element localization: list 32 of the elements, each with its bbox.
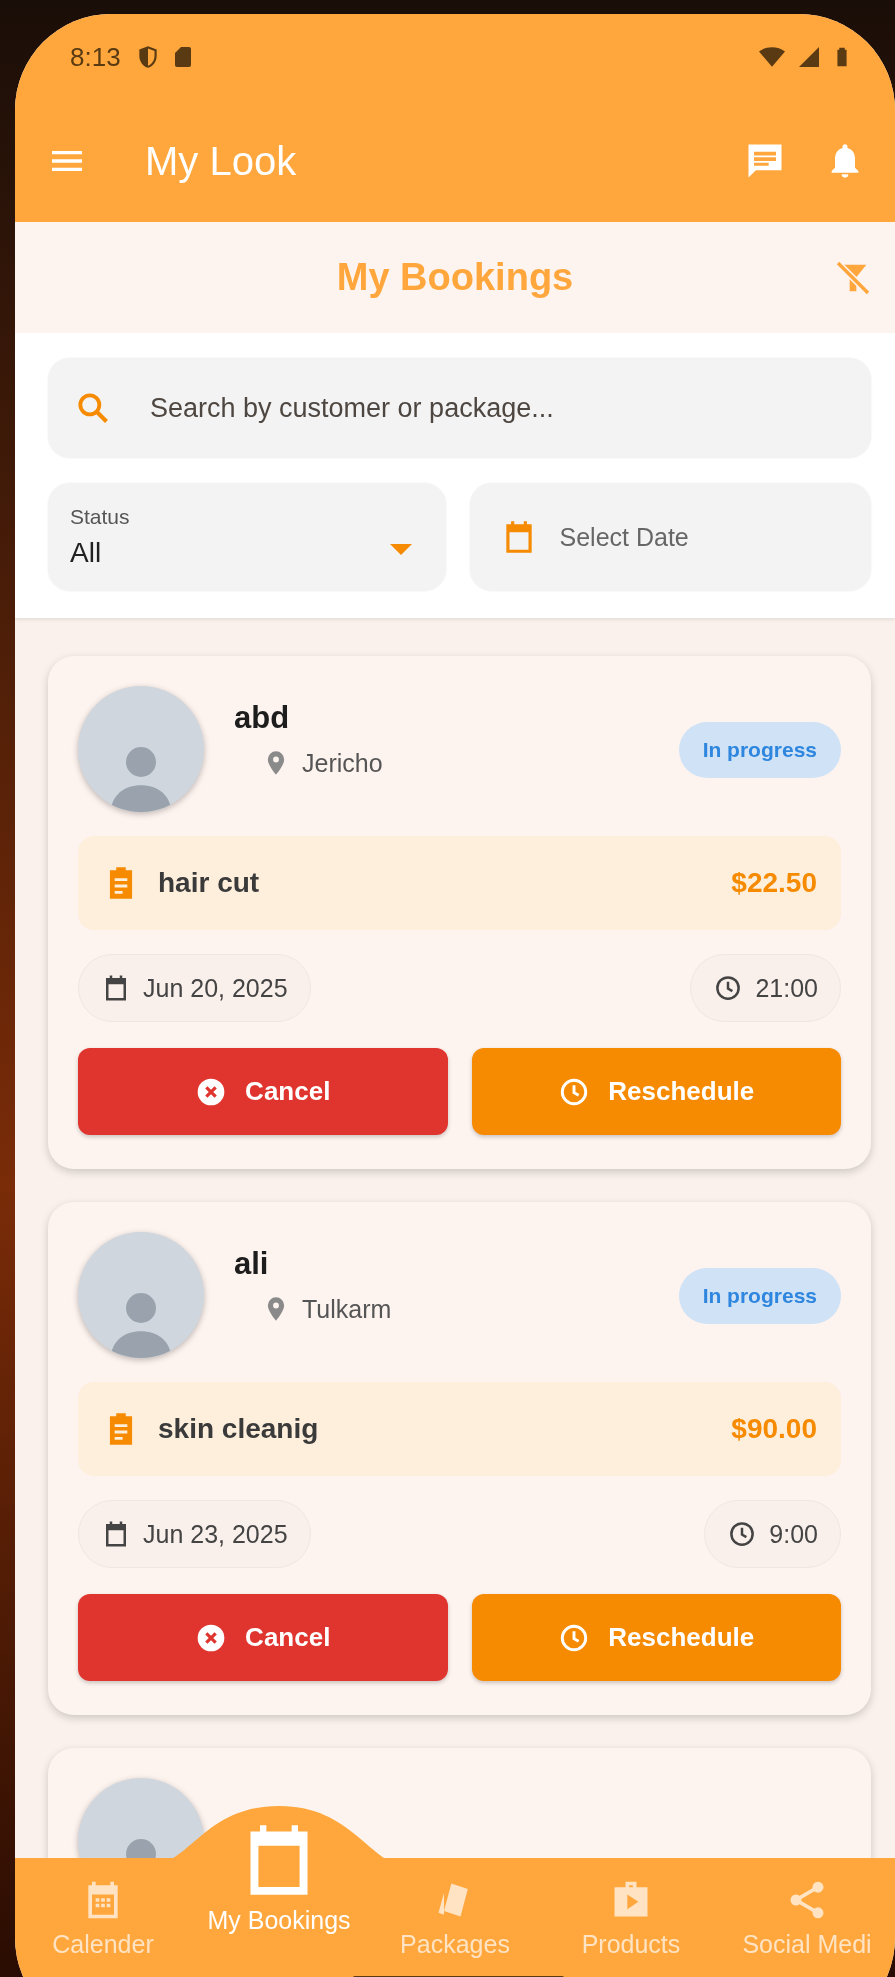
filter-off-icon[interactable]	[833, 258, 873, 298]
date-field[interactable]: Select Date	[469, 483, 871, 591]
status-badge: In progress	[678, 722, 841, 778]
reschedule-button[interactable]: Reschedule	[471, 1594, 841, 1681]
package-name: skin cleanig	[158, 1413, 319, 1445]
customer-location: Jericho	[302, 748, 383, 778]
signal-icon	[797, 45, 821, 69]
time-chip: 9:00	[704, 1500, 841, 1568]
customer-name: abd	[234, 700, 291, 736]
date-chip: Jun 23, 2025	[78, 1500, 311, 1568]
nav-tab[interactable]: Packages	[367, 1858, 543, 1959]
package-price: $90.00	[731, 1413, 817, 1445]
nav-tab[interactable]: Calender	[15, 1858, 191, 1959]
status-dropdown[interactable]: Status All	[48, 483, 446, 591]
time-chip: 21:00	[690, 954, 841, 1022]
cancel-button[interactable]: Cancel	[78, 1048, 448, 1135]
customer-name: ali	[234, 1246, 270, 1282]
nav-tab[interactable]: Social Medi	[719, 1858, 895, 1959]
app-title: My Look	[145, 138, 297, 184]
status-badge: In progress	[678, 1268, 841, 1324]
nav-tab[interactable]: Products	[543, 1858, 719, 1959]
nav-tab[interactable]: My Bookings	[191, 1806, 367, 1935]
dropdown-caret-icon	[389, 543, 412, 555]
search-field[interactable]: Search by customer or package...	[48, 358, 871, 458]
package-name: hair cut	[158, 867, 260, 899]
package-price: $22.50	[731, 867, 817, 899]
reschedule-button[interactable]: Reschedule	[471, 1048, 841, 1135]
status-time: 8:13	[70, 41, 121, 73]
date-chip: Jun 20, 2025	[78, 954, 311, 1022]
customer-location: Tulkarm	[302, 1294, 392, 1324]
page-title: My Bookings	[336, 256, 574, 299]
cancel-button[interactable]: Cancel	[78, 1594, 448, 1681]
